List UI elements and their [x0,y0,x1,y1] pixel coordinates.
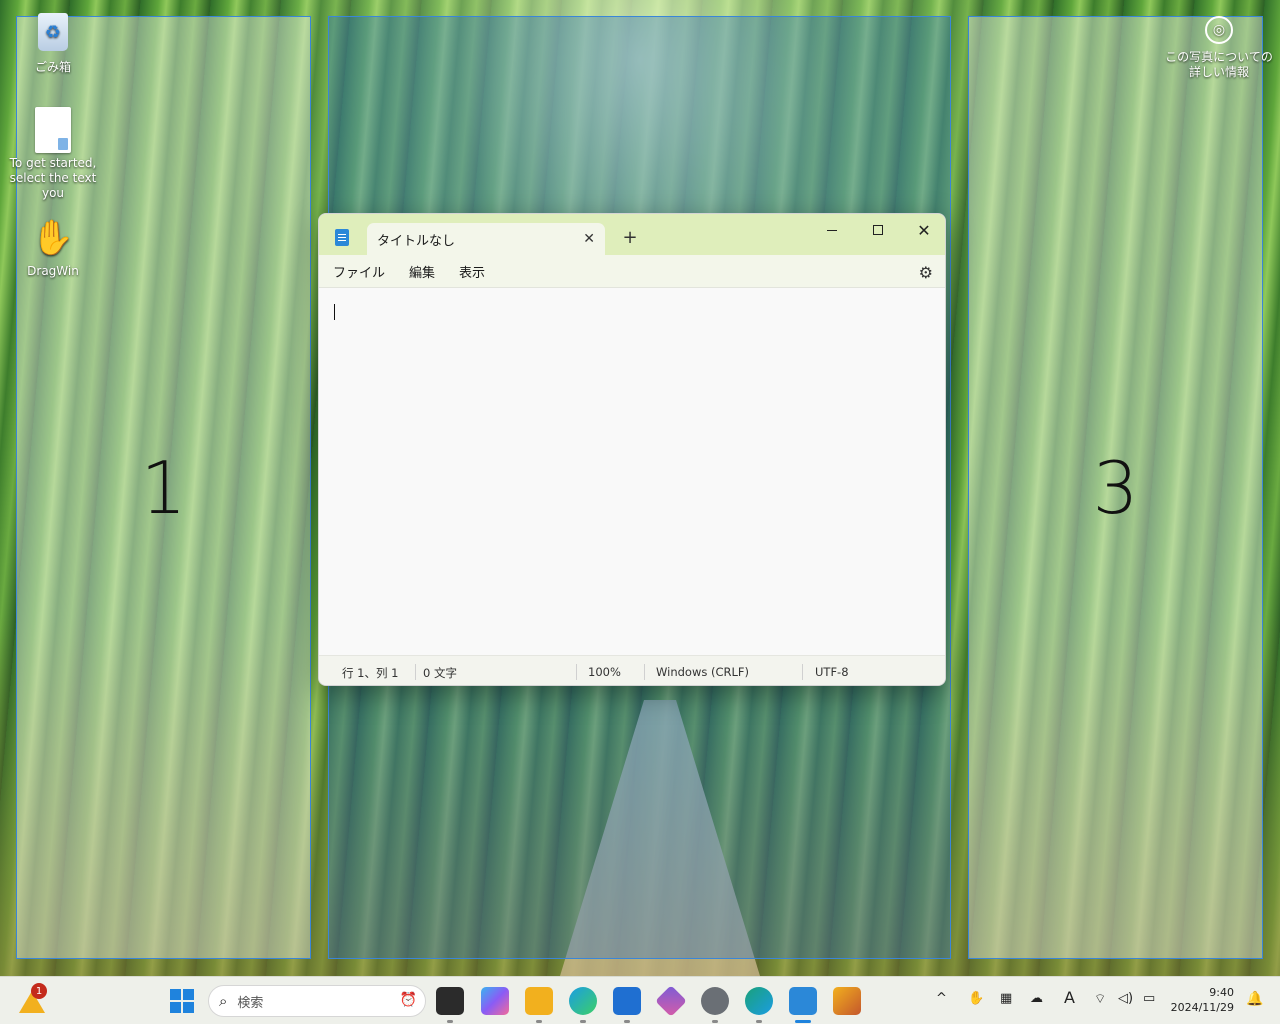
title-bar[interactable]: タイトルなし ✕ + ✕ [319,214,945,255]
snap-zone-3-number: 3 [1092,445,1139,530]
recycle-bin-icon: ♻ [38,13,68,51]
camera-icon: ◎ [1205,16,1233,44]
dragwin-tray-icon[interactable]: ✋ [968,991,984,1006]
status-line-ending[interactable]: Windows (CRLF) [656,665,749,679]
text-caret [334,304,335,320]
photo-info-button[interactable]: ◎ この写真についての詳しい情報 [1164,16,1274,80]
tab-close-icon[interactable]: ✕ [583,231,595,247]
menu-bar: ファイル 編集 表示 ⚙ [319,255,945,288]
close-button[interactable]: ✕ [901,217,945,243]
text-editor[interactable] [319,288,945,655]
wifi-icon[interactable]: ⌔ [1094,991,1106,1007]
document-icon [35,107,71,153]
status-char-count: 0 文字 [423,666,457,680]
desktop-icon-label: DragWin [27,264,79,278]
battery-icon[interactable]: ▭ [1143,991,1155,1006]
weather-badge: 1 [31,983,47,999]
windows-logo-icon [170,989,181,1000]
menu-view[interactable]: 表示 [449,262,495,281]
status-zoom[interactable]: 100% [588,665,621,679]
hand-icon: ✋ [31,218,75,258]
photo-info-label: この写真についての詳しい情報 [1165,50,1273,79]
paint-icon[interactable] [833,987,861,1015]
search-icon: ⌕ [219,992,228,1010]
start-button[interactable] [170,989,194,1013]
copilot-icon[interactable] [481,987,509,1015]
edge-dev-icon[interactable] [745,987,773,1023]
notepad-taskbar-icon[interactable] [789,987,817,1023]
snap-zone-1-number: 1 [140,445,187,530]
settings-gear-icon[interactable]: ⚙ [919,263,933,282]
weather-widget[interactable]: 1 [18,983,47,1015]
notification-bell-icon[interactable]: 🔔 [1246,991,1263,1007]
status-divider [644,664,645,680]
status-divider [802,664,803,680]
desktop-icon-label: ごみ箱 [34,60,71,74]
paint-tray-icon[interactable]: ▦ [1000,991,1012,1006]
maximize-icon [873,225,883,235]
desktop-icon-label: To get started, select the text you [9,156,97,200]
desktop-icon-recycle-bin[interactable]: ♻ ごみ箱 [3,10,103,75]
status-divider [576,664,577,680]
edge-icon[interactable] [569,987,597,1023]
menu-file[interactable]: ファイル [323,262,395,281]
onedrive-icon[interactable]: ☁ [1030,991,1043,1006]
maximize-button[interactable] [855,217,901,243]
taskbar: 1 ⌕ 検索 ⏰ ^ ✋ ▦ ☁ A ⌔ ◁) ▭ 9:40 2024/11/2… [0,976,1280,1024]
photos-icon[interactable] [655,985,687,1017]
clock[interactable]: 9:40 2024/11/29 [1170,985,1234,1015]
desktop-icon-dragwin[interactable]: ✋ DragWin [3,216,103,278]
task-view-icon[interactable] [436,987,464,1023]
status-bar: 行 1、列 1 0 文字 100% Windows (CRLF) UTF-8 [319,655,945,685]
clock-date: 2024/11/29 [1170,1001,1234,1014]
desktop-icon-get-started[interactable]: To get started, select the text you [3,107,103,201]
ime-indicator[interactable]: A [1064,988,1075,1007]
search-placeholder: 検索 [237,995,264,1011]
tray-chevron-icon[interactable]: ^ [936,991,947,1006]
tab-untitled[interactable]: タイトルなし ✕ [367,223,605,255]
status-position[interactable]: 行 1、列 1 [342,665,398,681]
snap-zone-3[interactable]: 3 [968,16,1263,959]
clock-time: 9:40 [1209,986,1234,999]
taskbar-search[interactable]: ⌕ 検索 ⏰ [208,985,426,1017]
minimize-button[interactable] [809,217,855,243]
tab-title: タイトルなし [377,233,456,249]
volume-icon[interactable]: ◁) [1118,991,1133,1006]
search-highlight-icon: ⏰ [399,992,417,1008]
menu-edit[interactable]: 編集 [399,262,445,281]
file-explorer-icon[interactable] [525,987,553,1023]
store-icon[interactable] [613,987,641,1023]
status-encoding[interactable]: UTF-8 [815,665,849,679]
status-divider [415,664,416,680]
notepad-icon [335,229,349,246]
notepad-window[interactable]: タイトルなし ✕ + ✕ ファイル 編集 表示 ⚙ 行 1、列 1 0 文字 1… [318,213,946,686]
minimize-icon [827,229,837,231]
new-tab-button[interactable]: + [619,227,641,248]
settings-icon[interactable] [701,987,729,1023]
